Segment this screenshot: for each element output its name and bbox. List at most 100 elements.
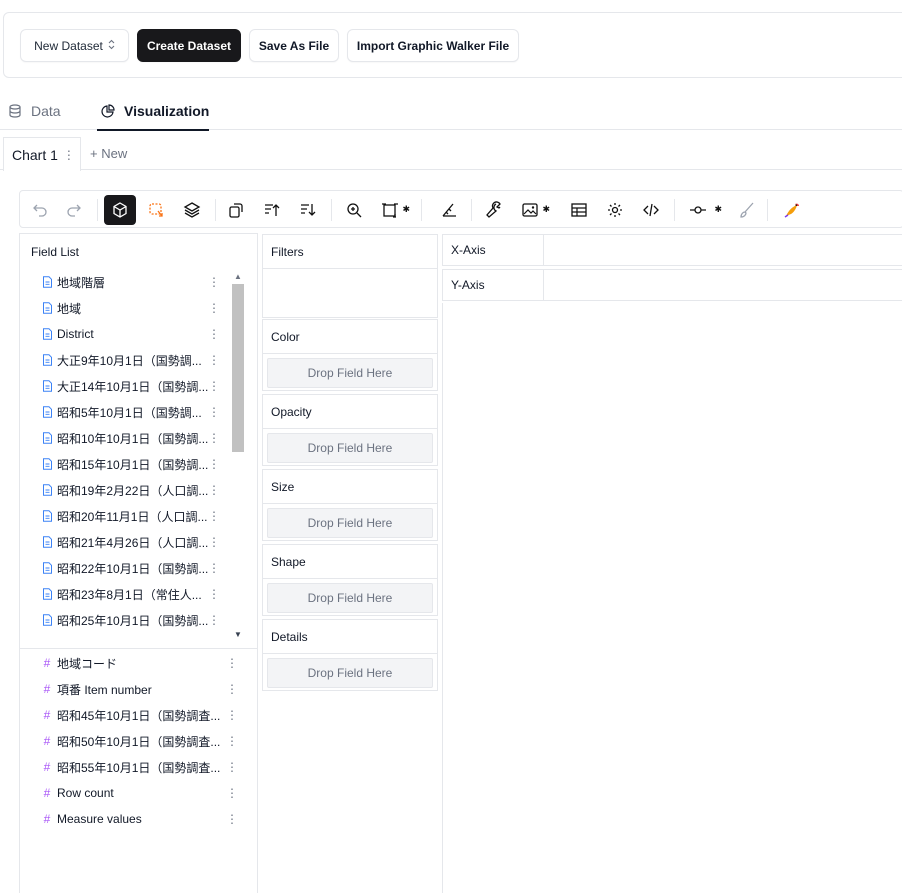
resize-icon[interactable]: ✱	[374, 195, 410, 225]
filters-shelf: Filters	[262, 234, 438, 318]
shelf-divider	[263, 503, 437, 504]
field-name: Row count	[57, 786, 114, 800]
measure-field-item[interactable]: # 昭和55年10月1日（国勢調査...	[40, 755, 221, 779]
dimension-field-item[interactable]: 昭和19年2月22日（人口調...	[40, 478, 208, 502]
dimension-field-item[interactable]: 大正9年10月1日（国勢調...	[40, 348, 202, 372]
field-menu-icon[interactable]: ⋮	[226, 786, 238, 800]
dimension-field-item[interactable]: 昭和5年10月1日（国勢調...	[40, 400, 202, 424]
shelf-divider	[263, 578, 437, 579]
x-axis-shelf[interactable]: X-Axis	[442, 234, 902, 266]
gear-icon: ✱	[714, 204, 722, 214]
measure-hash-icon: #	[43, 812, 51, 826]
field-name: 昭和15年10月1日（国勢調...	[57, 457, 209, 472]
text-field-icon	[40, 276, 54, 288]
y-axis-shelf[interactable]: Y-Axis	[442, 269, 902, 301]
opacity-shelf: Opacity Drop Field Here	[262, 394, 438, 466]
field-menu-icon[interactable]: ⋮	[226, 734, 238, 748]
field-name: 昭和45年10月1日（国勢調査...	[57, 708, 221, 723]
text-field-icon	[40, 328, 54, 340]
field-menu-icon[interactable]: ⋮	[226, 682, 238, 696]
text-field-icon	[40, 562, 54, 574]
dimension-field-item[interactable]: 昭和22年10月1日（国勢調...	[40, 556, 208, 580]
field-name: 昭和22年10月1日（国勢調...	[57, 561, 209, 576]
text-field-icon	[40, 588, 54, 600]
y-axis-label: Y-Axis	[451, 278, 485, 292]
image-icon[interactable]: ✱	[514, 195, 550, 225]
zoom-icon[interactable]	[338, 195, 370, 225]
shape-drop-zone[interactable]: Drop Field Here	[267, 583, 433, 613]
import-graphic-walker-file-button[interactable]: Import Graphic Walker File	[347, 29, 519, 62]
field-name: 昭和10年10月1日（国勢調...	[57, 431, 209, 446]
dimension-field-item[interactable]: 地域	[40, 296, 81, 320]
measure-field-item[interactable]: # 項番 Item number	[40, 677, 152, 701]
color-label: Color	[271, 330, 300, 344]
x-axis-label: X-Axis	[451, 243, 486, 257]
text-field-icon	[40, 354, 54, 366]
text-field-icon	[40, 614, 54, 626]
shelf-divider	[543, 270, 544, 300]
code-icon[interactable]	[635, 195, 667, 225]
field-menu-icon[interactable]: ⋮	[226, 760, 238, 774]
sort-ascending-icon[interactable]	[256, 195, 288, 225]
dimension-field-item[interactable]: 昭和25年10月1日（国勢調...	[40, 608, 208, 632]
dimension-list: 地域階層 ⋮ 地域 ⋮ District ⋮ 大正9年10月1日（国勢調... ⋮ 大正14年1…	[0, 0, 230, 646]
text-field-icon	[40, 380, 54, 392]
text-field-icon	[40, 458, 54, 470]
dimension-field-item[interactable]: 昭和23年8月1日（常住人...	[40, 582, 202, 606]
dimension-field-item[interactable]: District	[40, 322, 94, 346]
sort-descending-icon[interactable]	[292, 195, 324, 225]
measure-field-item[interactable]: # 昭和50年10月1日（国勢調査...	[40, 729, 221, 753]
size-drop-zone[interactable]: Drop Field Here	[267, 508, 433, 538]
measure-divider	[20, 648, 258, 649]
dimension-field-item[interactable]: 昭和10年10月1日（国勢調...	[40, 426, 208, 450]
line-node-icon[interactable]: ✱	[682, 195, 722, 225]
wrench-icon[interactable]	[478, 195, 510, 225]
dimension-field-item[interactable]: 地域階層	[40, 270, 105, 294]
axis-ruler-icon[interactable]	[433, 195, 465, 225]
size-shelf: Size Drop Field Here	[262, 469, 438, 541]
size-label: Size	[271, 480, 295, 494]
measure-field-item[interactable]: # 昭和45年10月1日（国勢調査...	[40, 703, 221, 727]
text-field-icon	[40, 302, 54, 314]
chart-canvas-border	[442, 303, 443, 893]
details-label: Details	[271, 630, 308, 644]
field-name: 昭和23年8月1日（常住人...	[57, 587, 202, 602]
shape-shelf: Shape Drop Field Here	[262, 544, 438, 616]
dimension-field-item[interactable]: 昭和21年4月26日（人口調...	[40, 530, 208, 554]
dimension-field-item[interactable]: 昭和15年10月1日（国勢調...	[40, 452, 208, 476]
shelf-divider	[543, 235, 544, 265]
field-name: Measure values	[57, 812, 142, 826]
opacity-drop-zone[interactable]: Drop Field Here	[267, 433, 433, 463]
brush-icon[interactable]	[731, 195, 763, 225]
settings-icon[interactable]	[599, 195, 631, 225]
field-name: 昭和50年10月1日（国勢調査...	[57, 734, 221, 749]
color-drop-zone[interactable]: Drop Field Here	[267, 358, 433, 388]
measure-hash-icon: #	[43, 786, 51, 800]
save-as-file-button[interactable]: Save As File	[249, 29, 339, 62]
scroll-down-icon[interactable]: ▼	[234, 630, 242, 639]
field-name: 昭和19年2月22日（人口調...	[57, 483, 209, 498]
toolbar-divider	[767, 199, 768, 221]
scrollbar-thumb[interactable]	[232, 284, 244, 452]
scroll-up-icon[interactable]: ▲	[234, 272, 242, 281]
text-field-icon	[40, 432, 54, 444]
measure-field-item[interactable]: # 地域コード	[40, 651, 117, 675]
measure-field-item[interactable]: # Measure values	[40, 807, 142, 831]
measure-field-item[interactable]: # Row count	[40, 781, 114, 805]
field-menu-icon[interactable]: ⋮	[226, 656, 238, 670]
field-name: District	[57, 327, 94, 341]
details-shelf: Details Drop Field Here	[262, 619, 438, 691]
field-menu-icon[interactable]: ⋮	[226, 708, 238, 722]
field-menu-icon[interactable]: ⋮	[226, 812, 238, 826]
gear-icon: ✱	[402, 204, 410, 214]
details-drop-zone[interactable]: Drop Field Here	[267, 658, 433, 688]
kanaries-logo-icon[interactable]	[776, 195, 808, 225]
measure-hash-icon: #	[43, 760, 51, 774]
gear-icon: ✱	[542, 204, 550, 214]
field-name: 地域	[57, 301, 82, 316]
dimension-field-item[interactable]: 大正14年10月1日（国勢調...	[40, 374, 208, 398]
dimension-field-item[interactable]: 昭和20年11月1日（人口調...	[40, 504, 207, 528]
text-field-icon	[40, 484, 54, 496]
dimension-scrollbar[interactable]: ▲ ▼	[211, 268, 242, 646]
table-icon[interactable]	[563, 195, 595, 225]
